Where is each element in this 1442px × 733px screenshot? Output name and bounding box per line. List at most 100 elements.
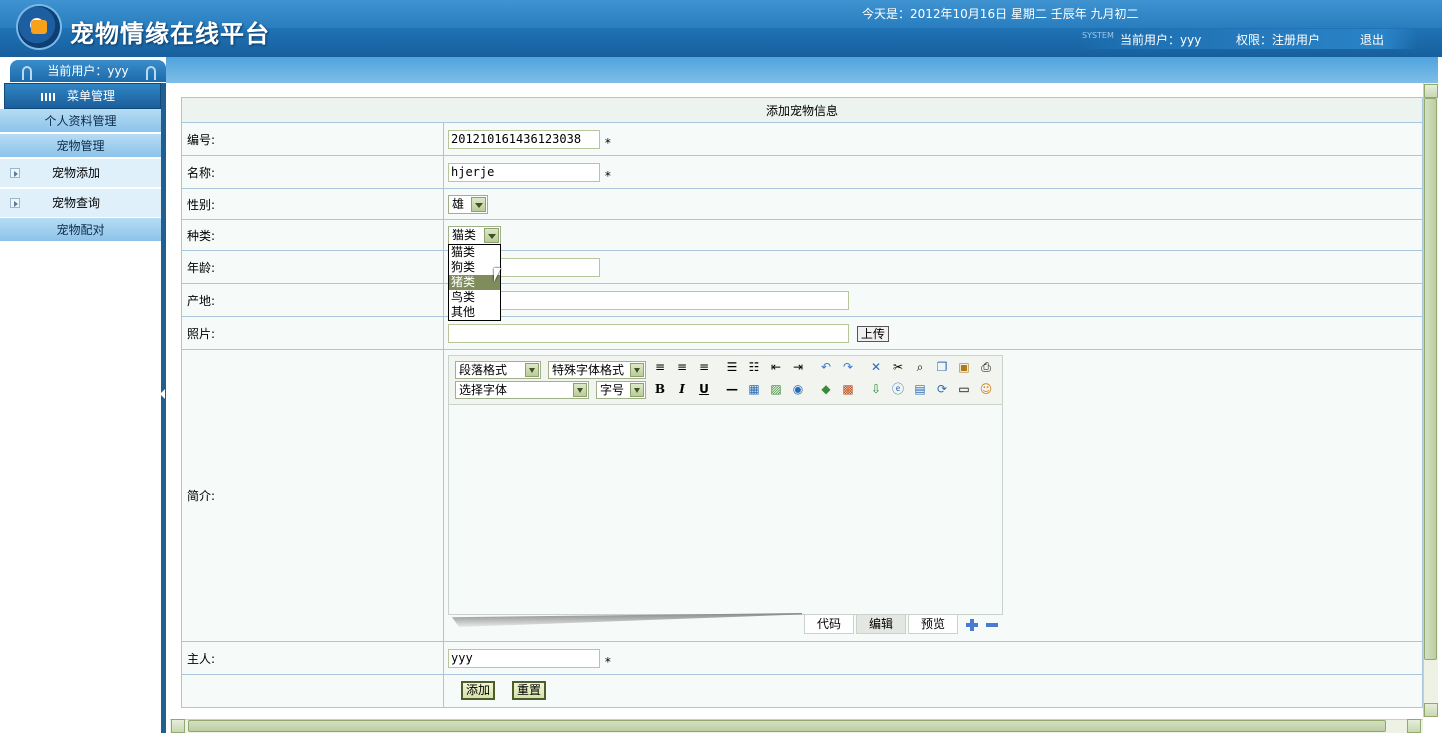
date-text: 今天是：2012年10月16日 星期二 壬辰年 九月初二 — [862, 7, 1139, 21]
required-mark: * — [604, 655, 611, 669]
system-tag: SYSTEM — [1082, 31, 1114, 40]
copy-icon[interactable]: ❐ — [933, 358, 951, 376]
align-right-icon[interactable]: ≡ — [695, 358, 713, 376]
rich-text-editor: 段落格式 特殊字体格式 选择字体 字号 ≡ ≡ ≡ ☰ ☷ ⇤ ⇥ ↶ ↷ ✕ … — [448, 355, 1003, 615]
field-label: 照片: — [181, 316, 444, 350]
editor-content-area[interactable] — [449, 404, 1002, 614]
select-label: 选择字体 — [459, 383, 508, 397]
owner-input[interactable] — [448, 648, 600, 668]
select-label: 段落格式 — [459, 363, 508, 377]
reset-button[interactable]: 重置 — [512, 681, 547, 700]
vertical-scroll-thumb[interactable] — [1424, 98, 1437, 660]
origin-input[interactable] — [448, 290, 849, 310]
hook-icon — [146, 66, 156, 80]
emoticon-icon[interactable]: ☺ — [977, 380, 995, 398]
pet-id-input[interactable] — [448, 129, 600, 149]
header-permission: 权限：注册用户 — [1236, 33, 1321, 47]
numbered-list-icon[interactable]: ☷ — [745, 358, 763, 376]
insert-table-icon[interactable]: ▦ — [745, 380, 763, 398]
menu-title-label: 菜单管理 — [67, 89, 116, 103]
right-edge — [1438, 57, 1442, 733]
dropdown-option-highlighted[interactable]: 猪类 — [449, 275, 500, 290]
cut-icon[interactable]: ✂ — [889, 358, 907, 376]
horizontal-rule-icon[interactable]: — — [723, 380, 741, 398]
chevron-down-icon — [630, 383, 644, 397]
sidebar-item-label: 宠物查询 — [52, 196, 101, 210]
pet-name-input[interactable] — [448, 162, 600, 182]
tab-preview[interactable]: 预览 — [908, 614, 958, 634]
select-label: 特殊字体格式 — [552, 363, 625, 377]
species-cell: 猫类 — [443, 219, 1423, 251]
gender-select[interactable]: 雄 — [448, 194, 488, 214]
paragraph-format-select[interactable]: 段落格式 — [455, 361, 541, 379]
scroll-left-icon[interactable] — [171, 719, 185, 733]
insert-image-icon[interactable]: ▨ — [767, 380, 785, 398]
species-select[interactable]: 猫类 — [448, 225, 501, 245]
sub-header-strip — [0, 57, 1442, 83]
insert-media-icon[interactable]: ◉ — [789, 380, 807, 398]
chevron-down-icon — [573, 383, 587, 397]
flash-icon[interactable]: ◆ — [817, 380, 835, 398]
find-icon[interactable]: ⌕ — [911, 358, 929, 376]
sidebar-item-search-pet[interactable]: 宠物查询 — [0, 189, 161, 217]
logout-link[interactable]: 退出 — [1360, 31, 1384, 48]
horizontal-scroll-thumb[interactable] — [188, 720, 1386, 732]
redo-icon[interactable]: ↷ — [839, 358, 857, 376]
upload-button[interactable]: 上传 — [856, 325, 889, 342]
app-title: 宠物情缘在线平台 — [70, 19, 270, 48]
chevron-down-icon — [630, 363, 644, 377]
actions-cell — [443, 674, 1423, 708]
dropdown-option[interactable]: 狗类 — [449, 260, 500, 275]
font-select[interactable]: 选择字体 — [455, 381, 589, 399]
refresh-icon[interactable]: ⟳ — [933, 380, 951, 398]
shrink-editor-icon[interactable] — [985, 618, 999, 632]
scroll-right-icon[interactable] — [1407, 719, 1421, 733]
empty-cell — [181, 674, 444, 708]
required-mark: * — [604, 169, 611, 183]
dropdown-option[interactable]: 其他 — [449, 305, 500, 320]
submit-button[interactable]: 添加 — [461, 681, 496, 700]
form-title: 添加宠物信息 — [181, 97, 1423, 123]
form-icon[interactable]: ▤ — [911, 380, 929, 398]
bullet-list-icon[interactable]: ☰ — [723, 358, 741, 376]
undo-icon[interactable]: ↶ — [817, 358, 835, 376]
dropdown-option[interactable]: 鸟类 — [449, 290, 500, 305]
font-size-select[interactable]: 字号 — [596, 381, 646, 399]
sidebar-group-profile[interactable]: 个人资料管理 — [0, 109, 161, 133]
calendar-icon[interactable]: ▭ — [955, 380, 973, 398]
tab-edit[interactable]: 编辑 — [856, 614, 906, 634]
chevron-down-icon — [525, 363, 539, 377]
align-left-icon[interactable]: ≡ — [651, 358, 669, 376]
arrow-bullet-icon — [10, 198, 20, 208]
color-grid-icon[interactable]: ▩ — [839, 380, 857, 398]
sidebar-group-pet-matching[interactable]: 宠物配对 — [0, 218, 161, 242]
special-font-select[interactable]: 特殊字体格式 — [548, 361, 646, 379]
indent-icon[interactable]: ⇥ — [789, 358, 807, 376]
align-center-icon[interactable]: ≡ — [673, 358, 691, 376]
species-value: 猫类 — [452, 227, 477, 242]
scroll-down-icon[interactable] — [1424, 703, 1438, 717]
sidebar-group-pet-management[interactable]: 宠物管理 — [0, 134, 161, 158]
underline-icon[interactable]: U — [695, 380, 713, 398]
collapse-arrow-icon[interactable] — [160, 389, 165, 399]
select-label: 字号 — [600, 383, 625, 397]
field-label: 年龄: — [181, 250, 444, 284]
sidebar-item-add-pet[interactable]: 宠物添加 — [0, 159, 161, 187]
photo-input[interactable] — [448, 323, 849, 343]
gender-cell: 雄 — [443, 188, 1423, 220]
outdent-icon[interactable]: ⇤ — [767, 358, 785, 376]
link-icon[interactable]: ⓔ — [889, 380, 907, 398]
import-icon[interactable]: ⇩ — [867, 380, 885, 398]
paste-icon[interactable]: ▣ — [955, 358, 973, 376]
delete-icon[interactable]: ✕ — [867, 358, 885, 376]
print-icon[interactable]: ⎙ — [977, 358, 995, 376]
age-cell — [443, 250, 1423, 284]
scroll-up-icon[interactable] — [1424, 84, 1438, 98]
expand-editor-icon[interactable] — [965, 618, 979, 632]
field-label: 编号: — [181, 122, 444, 156]
tab-code[interactable]: 代码 — [804, 614, 854, 634]
italic-icon[interactable]: I — [673, 380, 691, 398]
sidebar-item-label: 宠物添加 — [52, 166, 101, 180]
dropdown-option[interactable]: 猫类 — [449, 245, 500, 260]
bold-icon[interactable]: B — [651, 380, 669, 398]
